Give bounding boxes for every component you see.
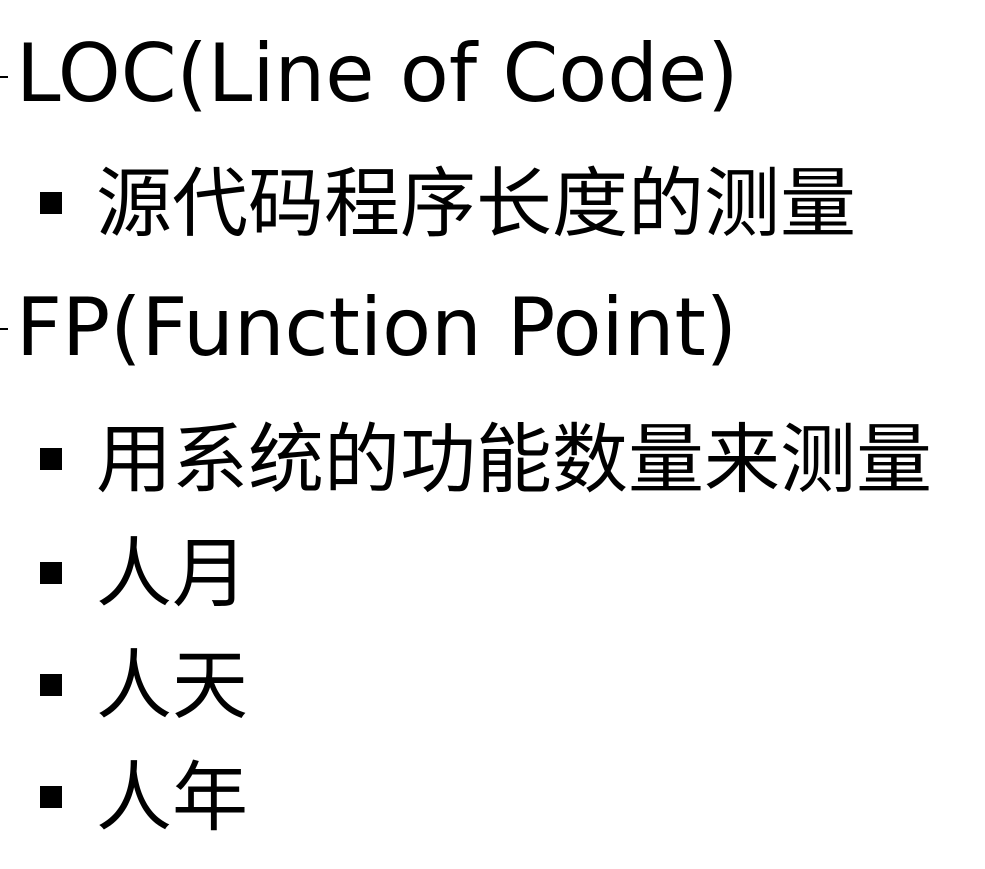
square-bullet-icon: [40, 448, 62, 470]
bullet-loc: LOC(Line of Code): [16, 27, 739, 120]
level1-bullet-marker: [0, 328, 8, 330]
square-bullet-icon: [40, 786, 62, 808]
slide: LOC(Line of Code) 源代码程序长度的测量 FP(Function…: [0, 0, 985, 869]
bullet-person-day: 人天: [96, 641, 248, 730]
bullet-person-month: 人月: [96, 529, 248, 618]
bullet-fp: FP(Function Point): [16, 281, 738, 374]
bullet-loc-desc: 源代码程序长度的测量: [96, 159, 856, 248]
square-bullet-icon: [40, 192, 62, 214]
square-bullet-icon: [40, 562, 62, 584]
bullet-fp-desc: 用系统的功能数量来测量: [96, 415, 932, 504]
square-bullet-icon: [40, 674, 62, 696]
bullet-person-year: 人年: [96, 753, 248, 842]
level1-bullet-marker: [0, 76, 8, 78]
